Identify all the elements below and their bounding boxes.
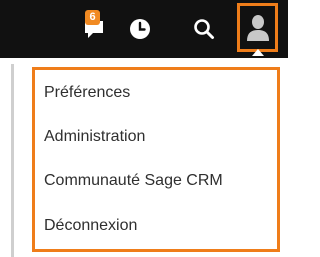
left-border: [11, 64, 14, 257]
dropdown-caret: [252, 49, 264, 56]
top-toolbar: 6: [0, 0, 288, 58]
recent-button[interactable]: [122, 0, 158, 58]
clock-icon: [130, 19, 150, 39]
notification-count-badge: 6: [85, 10, 100, 25]
user-menu-button[interactable]: [237, 3, 278, 52]
menu-item-administration[interactable]: Administration: [44, 122, 145, 152]
menu-item-community[interactable]: Communauté Sage CRM: [44, 166, 223, 196]
user-dropdown-menu: Préférences Administration Communauté Sa…: [32, 67, 280, 252]
notifications-button[interactable]: 6: [76, 0, 112, 58]
menu-item-logout[interactable]: Déconnexion: [44, 211, 137, 241]
menu-item-preferences[interactable]: Préférences: [44, 78, 130, 108]
user-icon: [246, 14, 269, 41]
search-button[interactable]: [186, 0, 222, 58]
search-icon: [194, 19, 214, 39]
